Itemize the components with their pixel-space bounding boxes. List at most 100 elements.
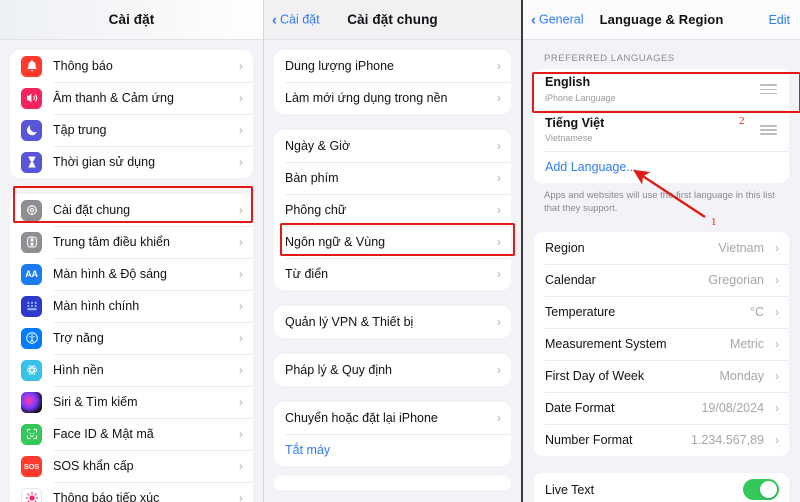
chevron-right-icon: › xyxy=(239,203,243,217)
language-texts: Tiếng Việt Vietnamese xyxy=(545,116,760,145)
sidebar-item-home-screen[interactable]: Màn hình chính › xyxy=(10,290,253,322)
general-group-2: Ngày & Giờ › Bàn phím › Phông chữ › Ngôn… xyxy=(274,130,511,290)
row-value: 19/08/2024 xyxy=(701,401,764,416)
language-name: Tiếng Việt xyxy=(545,115,605,130)
row-live-text[interactable]: Live Text xyxy=(534,473,789,502)
panel1-scroll-area[interactable]: Thông báo › Âm thanh & Cảm ứng › Tập tru… xyxy=(0,40,263,502)
chevron-right-icon: › xyxy=(497,411,501,425)
chevron-right-icon: › xyxy=(497,139,501,153)
row-calendar[interactable]: Calendar Gregorian › xyxy=(534,264,789,296)
row-vpn-device-management[interactable]: Quản lý VPN & Thiết bị › xyxy=(274,306,511,338)
sidebar-item-notifications[interactable]: Thông báo › xyxy=(10,50,253,82)
drag-handle-icon[interactable] xyxy=(760,84,777,95)
preferred-languages-group: English iPhone Language Tiếng Việt Vietn… xyxy=(534,69,789,183)
chevron-right-icon: › xyxy=(239,267,243,281)
row-legal-regulatory[interactable]: Pháp lý & Quy định › xyxy=(274,354,511,386)
sidebar-item-accessibility[interactable]: Trợ năng › xyxy=(10,322,253,354)
panel2-scroll-area[interactable]: Dung lượng iPhone › Làm mới ứng dụng tro… xyxy=(264,40,521,490)
general-group-1: Dung lượng iPhone › Làm mới ứng dụng tro… xyxy=(274,50,511,114)
sidebar-item-screen-time[interactable]: Thời gian sử dụng › xyxy=(10,146,253,178)
row-number-format[interactable]: Number Format 1.234.567,89 › xyxy=(534,424,789,456)
row-label: Phông chữ xyxy=(285,203,347,217)
row-label: Bàn phím xyxy=(285,171,339,185)
row-label: Temperature xyxy=(545,305,616,320)
chevron-right-icon: › xyxy=(497,91,501,105)
section-header-preferred-languages: PREFERRED LANGUAGES xyxy=(544,53,675,64)
row-iphone-storage[interactable]: Dung lượng iPhone › xyxy=(274,50,511,82)
chevron-left-icon: ‹ xyxy=(531,11,536,28)
sidebar-item-general[interactable]: Cài đặt chung › xyxy=(10,194,253,226)
row-first-day-of-week[interactable]: First Day of Week Monday › xyxy=(534,360,789,392)
row-value: 1.234.567,89 xyxy=(691,433,764,448)
sidebar-item-exposure-notifications[interactable]: Thông báo tiếp xúc › xyxy=(10,482,253,502)
accessibility-icon xyxy=(21,327,42,349)
row-label: Measurement System xyxy=(545,337,667,352)
chevron-right-icon: › xyxy=(497,203,501,217)
row-region[interactable]: Region Vietnam › xyxy=(534,232,789,264)
faceid-icon xyxy=(21,423,42,445)
chevron-right-icon: › xyxy=(497,315,501,329)
row-label: Tắt máy xyxy=(285,443,331,457)
back-label: General xyxy=(539,12,584,27)
back-button-general[interactable]: ‹ General xyxy=(531,12,583,27)
row-label: Dung lượng iPhone xyxy=(285,59,394,73)
row-background-app-refresh[interactable]: Làm mới ứng dụng trong nền › xyxy=(274,82,511,114)
row-date-format[interactable]: Date Format 19/08/2024 › xyxy=(534,392,789,424)
sidebar-item-control-center[interactable]: Trung tâm điều khiển › xyxy=(10,226,253,258)
panel3-scroll-area[interactable]: PREFERRED LANGUAGES English iPhone Langu… xyxy=(523,40,800,502)
live-text-group: Live Text xyxy=(534,473,789,502)
row-value: Monday xyxy=(719,369,764,384)
language-sublabel: Vietnamese xyxy=(545,133,593,144)
row-label: Live Text xyxy=(545,482,595,497)
sidebar-item-wallpaper[interactable]: Hình nền › xyxy=(10,354,253,386)
chevron-right-icon: › xyxy=(775,241,779,256)
sidebar-item-focus[interactable]: Tập trung › xyxy=(10,114,253,146)
page-title: Language & Region xyxy=(599,12,724,27)
sidebar-item-emergency-sos[interactable]: SOS SOS khẩn cấp › xyxy=(10,450,253,482)
language-item-english[interactable]: English iPhone Language xyxy=(534,69,789,110)
settings-group-1: Thông báo › Âm thanh & Cảm ứng › Tập tru… xyxy=(10,50,253,178)
settings-group-2: Cài đặt chung › Trung tâm điều khiển › A… xyxy=(10,194,253,502)
row-label: Trợ năng xyxy=(53,331,104,345)
page-title: Cài đặt xyxy=(108,12,155,27)
sidebar-item-display-brightness[interactable]: AA Màn hình & Độ sáng › xyxy=(10,258,253,290)
back-button-settings[interactable]: ‹ Cài đặt xyxy=(272,12,320,27)
row-label: Thời gian sử dụng xyxy=(53,155,156,169)
sidebar-item-face-id-passcode[interactable]: Face ID & Mật mã › xyxy=(10,418,253,450)
row-shut-down[interactable]: Tắt máy xyxy=(274,434,511,466)
row-language-region[interactable]: Ngôn ngữ & Vùng › xyxy=(274,226,511,258)
sidebar-item-siri-search[interactable]: Siri & Tìm kiếm › xyxy=(10,386,253,418)
chevron-right-icon: › xyxy=(239,363,243,377)
panel2-nav-bar: ‹ Cài đặt Cài đặt chung xyxy=(264,0,521,40)
row-keyboard[interactable]: Bàn phím › xyxy=(274,162,511,194)
add-language-button[interactable]: Add Language... xyxy=(534,150,789,183)
chevron-right-icon: › xyxy=(775,305,779,320)
row-measurement-system[interactable]: Measurement System Metric › xyxy=(534,328,789,360)
row-transfer-reset-iphone[interactable]: Chuyển hoặc đặt lại iPhone › xyxy=(274,402,511,434)
row-dictionary[interactable]: Từ điển › xyxy=(274,258,511,290)
row-label: Ngôn ngữ & Vùng xyxy=(285,235,386,249)
row-fonts[interactable]: Phông chữ › xyxy=(274,194,511,226)
chevron-right-icon: › xyxy=(239,331,243,345)
sidebar-item-sounds-haptics[interactable]: Âm thanh & Cảm ứng › xyxy=(10,82,253,114)
moon-icon xyxy=(21,119,42,141)
live-text-toggle[interactable] xyxy=(743,479,779,501)
edit-button[interactable]: Edit xyxy=(768,13,790,27)
chevron-left-icon: ‹ xyxy=(272,11,277,28)
row-date-time[interactable]: Ngày & Giờ › xyxy=(274,130,511,162)
three-panel-ios-settings-screenshot: Cài đặt Thông báo › Âm thanh & Cảm ứng ›… xyxy=(0,0,800,502)
language-item-tieng-viet[interactable]: Tiếng Việt Vietnamese xyxy=(534,109,789,151)
chevron-right-icon: › xyxy=(239,427,243,441)
chevron-right-icon: › xyxy=(239,235,243,249)
language-sublabel: iPhone Language xyxy=(545,92,616,103)
drag-handle-icon[interactable] xyxy=(760,125,777,136)
row-label: Làm mới ứng dụng trong nền xyxy=(285,91,448,105)
row-label: Thông báo tiếp xúc xyxy=(53,491,160,502)
row-temperature[interactable]: Temperature °C › xyxy=(534,296,789,328)
row-label: Quản lý VPN & Thiết bị xyxy=(285,315,414,329)
bell-icon xyxy=(21,55,42,77)
chevron-right-icon: › xyxy=(239,395,243,409)
chevron-right-icon: › xyxy=(239,491,243,502)
gear-icon xyxy=(21,199,42,221)
siri-icon xyxy=(21,391,42,413)
